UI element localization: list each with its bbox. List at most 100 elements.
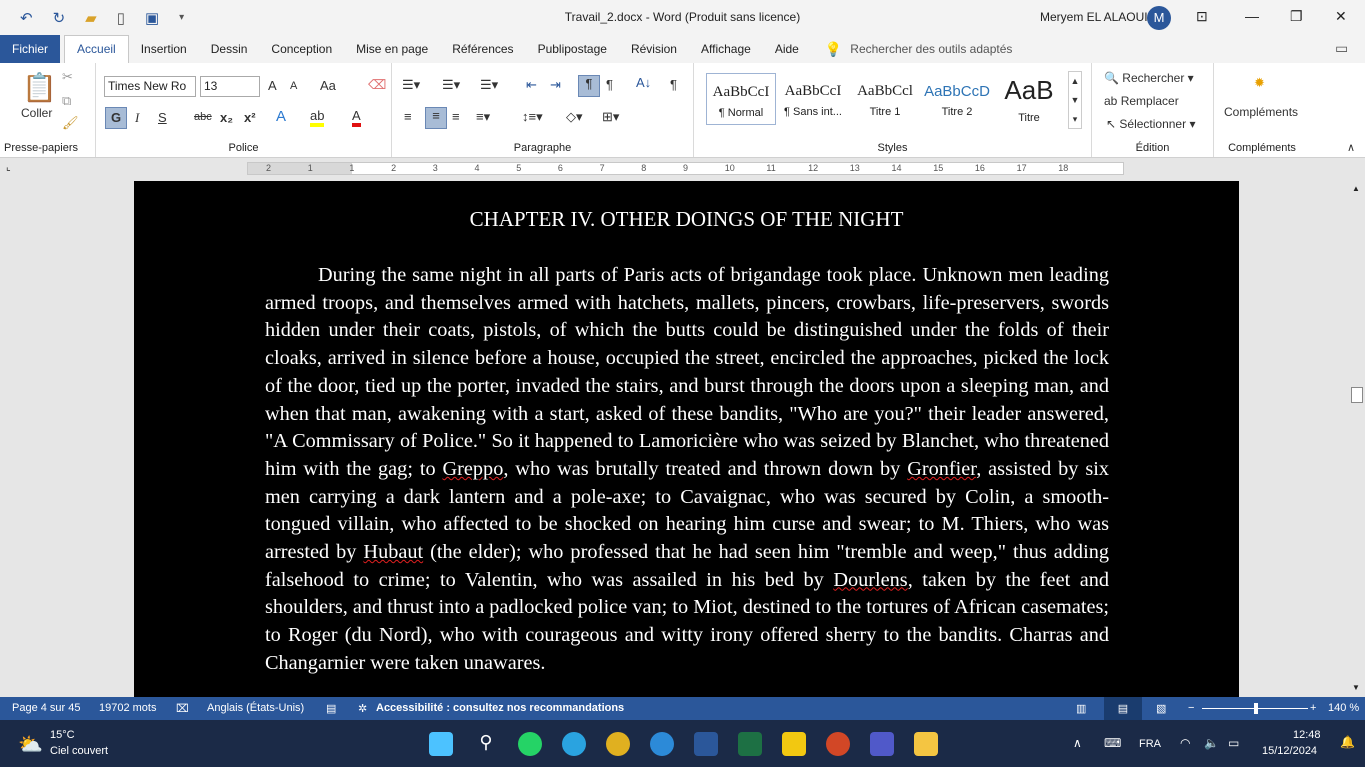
windows-start-icon[interactable] [429,732,453,756]
word-icon[interactable] [694,732,718,756]
font-size-select[interactable]: 13 [200,76,260,97]
telegram-icon[interactable] [562,732,586,756]
font-color-icon[interactable]: A [352,108,361,127]
whatsapp-icon[interactable] [518,732,542,756]
scroll-down-icon[interactable]: ▼ [1352,683,1360,692]
cut-icon[interactable]: ✂ [62,69,73,85]
vertical-scrollbar[interactable]: ▲ ▼ [1349,181,1365,697]
notifications-icon[interactable]: 🔔 [1340,735,1355,749]
bullets-icon[interactable]: ☰▾ [402,77,420,93]
sort-icon[interactable]: A↓ [636,75,651,90]
keyboard-icon[interactable]: ⌨ [1104,736,1121,750]
accessibility-icon[interactable]: ✲ [358,702,367,715]
justify-icon[interactable]: ≡▾ [476,109,490,125]
tab-dessin[interactable]: Dessin [199,35,260,63]
multilevel-list-icon[interactable]: ☰▾ [480,77,498,93]
tab-aide[interactable]: Aide [763,35,811,63]
tab-mise-en-page[interactable]: Mise en page [344,35,440,63]
file-explorer-icon[interactable] [914,732,938,756]
language[interactable]: Anglais (États-Unis) [207,702,304,714]
align-right-icon[interactable]: ≡ [452,109,460,124]
volume-icon[interactable]: 🔈 [1204,736,1219,750]
addins-button[interactable]: Compléments [1224,105,1298,119]
input-language[interactable]: FRA [1139,738,1161,750]
style-sans-interligne[interactable]: AaBbCcI ¶ Sans int... [778,73,848,125]
page-count[interactable]: Page 4 sur 45 [12,702,81,714]
rtl-icon[interactable]: ¶ [606,77,613,92]
search-tools-input[interactable]: Rechercher des outils adaptés [850,42,1012,56]
document-page[interactable]: CHAPTER IV. OTHER DOINGS OF THE NIGHT Du… [134,181,1239,697]
addins-icon[interactable]: ✹ [1254,75,1265,91]
wifi-icon[interactable]: ◠ [1180,736,1190,750]
battery-icon[interactable]: ▭ [1228,736,1239,750]
numbering-icon[interactable]: ☰▾ [442,77,460,93]
tab-revision[interactable]: Révision [619,35,689,63]
restore-icon[interactable]: ❐ [1290,8,1303,25]
close-icon[interactable]: ✕ [1335,8,1347,25]
tab-fichier[interactable]: Fichier [0,35,61,63]
ltr-icon[interactable]: ¶ [578,75,600,97]
powerpoint-icon[interactable] [826,732,850,756]
format-painter-icon[interactable]: 🖌 [62,115,79,131]
line-spacing-icon[interactable]: ↕≡▾ [522,109,543,125]
grow-font-icon[interactable]: A [268,78,277,93]
edge-icon[interactable] [650,732,674,756]
tab-affichage[interactable]: Affichage [689,35,763,63]
decrease-indent-icon[interactable]: ⇤ [526,77,537,93]
tab-conception[interactable]: Conception [259,35,344,63]
paste-icon[interactable]: 📋 [22,71,57,104]
find-button[interactable]: 🔍 Rechercher ▾ [1104,71,1194,85]
avatar[interactable]: M [1147,6,1171,30]
search-icon[interactable]: ⚲ [474,732,498,756]
zoom-level[interactable]: 140 % [1328,702,1359,714]
collapse-ribbon-icon[interactable]: ∧ [1347,141,1355,154]
clock-time[interactable]: 12:48 [1293,729,1321,741]
temperature[interactable]: 15°C [50,729,75,741]
underline-button[interactable]: S [158,110,167,125]
clock-date[interactable]: 15/12/2024 [1262,745,1317,757]
weather-icon[interactable]: ⛅ [18,732,43,757]
increase-indent-icon[interactable]: ⇥ [550,77,561,93]
proofing-icon[interactable]: ⌧ [176,702,189,715]
powerbi-icon[interactable] [782,732,806,756]
tab-insertion[interactable]: Insertion [129,35,199,63]
borders-icon[interactable]: ⊞▾ [602,109,619,125]
tab-accueil[interactable]: Accueil [64,35,129,63]
subscript-button[interactable]: x₂ [220,110,233,125]
scroll-thumb[interactable] [1351,387,1363,403]
zoom-slider-thumb[interactable] [1254,703,1258,714]
highlight-icon[interactable]: ab [310,108,325,127]
tab-publipostage[interactable]: Publipostage [526,35,619,63]
chrome-icon[interactable] [606,732,630,756]
styles-scroll[interactable]: ▲ ▼ ▾ [1068,71,1082,129]
paste-button[interactable]: Coller [21,106,52,120]
show-marks-icon[interactable]: ¶ [670,77,677,92]
tab-selector-icon[interactable]: ⌞ [6,162,11,173]
print-layout-icon[interactable]: ▤ [1104,697,1142,720]
align-left-icon[interactable]: ≡ [404,109,412,124]
weather-text[interactable]: Ciel couvert [50,745,108,757]
font-name-select[interactable]: Times New Ro [104,76,196,97]
zoom-in-icon[interactable]: + [1310,702,1316,714]
user-name[interactable]: Meryem EL ALAOUI [1040,10,1148,24]
replace-button[interactable]: ab Remplacer [1104,94,1179,108]
style-titre[interactable]: AaB Titre [994,73,1064,125]
style-titre-2[interactable]: AaBbCcD Titre 2 [922,73,992,125]
text-predictions-icon[interactable]: ▤ [326,702,336,715]
style-titre-1[interactable]: AaBbCcl Titre 1 [850,73,920,125]
excel-icon[interactable] [738,732,762,756]
style-normal[interactable]: AaBbCcI ¶ Normal [706,73,776,125]
horizontal-ruler[interactable]: 2 1 1 2 3 4 5 6 7 8 9 10 11 12 13 14 15 16 17 18 [247,162,1124,175]
italic-button[interactable]: I [135,110,139,126]
bold-button[interactable]: G [105,107,127,129]
word-count[interactable]: 19702 mots [99,702,156,714]
minimize-icon[interactable]: — [1245,8,1259,24]
shading-icon[interactable]: ◇▾ [566,109,583,125]
ruler[interactable]: ⌞ 2 1 1 2 3 4 5 6 7 8 9 10 11 12 13 14 15 16 17 18 [0,158,1365,180]
superscript-button[interactable]: x² [244,110,256,125]
scroll-up-icon[interactable]: ▲ [1352,184,1360,193]
copy-icon[interactable]: ⧉ [62,93,71,109]
teams-icon[interactable] [870,732,894,756]
zoom-out-icon[interactable]: − [1188,702,1194,714]
web-layout-icon[interactable]: ▧ [1156,702,1166,715]
